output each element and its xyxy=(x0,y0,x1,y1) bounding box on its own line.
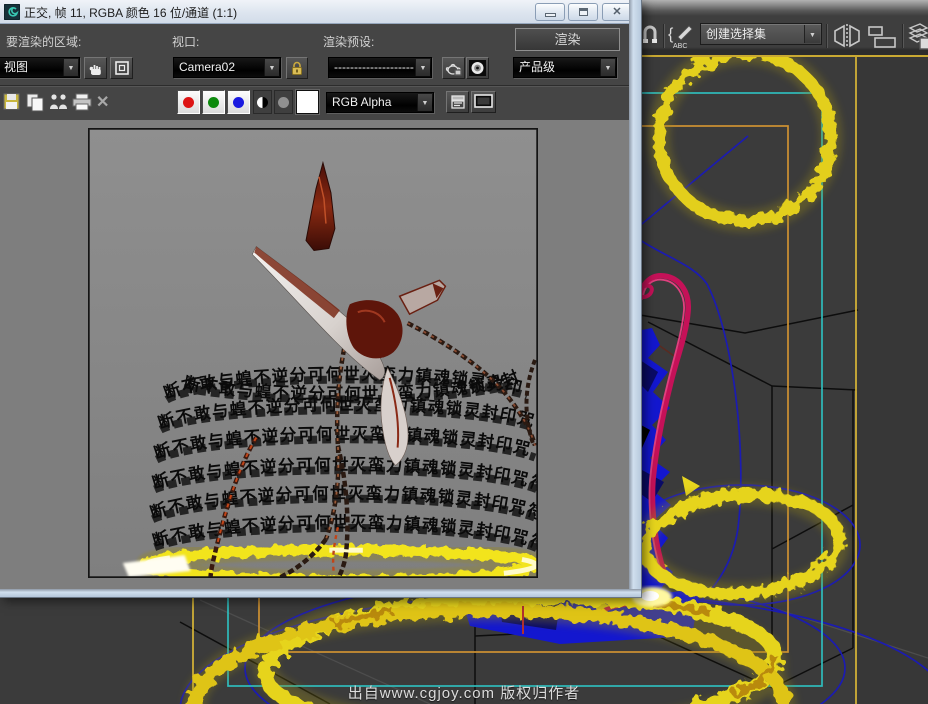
channel-display-value: RGB Alpha xyxy=(332,95,391,109)
blue-channel-icon xyxy=(233,97,244,108)
window-app-icon xyxy=(4,4,20,20)
viewport-label: 视口: xyxy=(172,33,199,50)
preset-value: -------------------- xyxy=(334,60,414,74)
chevron-down-icon[interactable] xyxy=(600,59,615,76)
area-value: 视图 xyxy=(4,60,28,74)
window-titlebar[interactable]: 正交, 帧 11, RGBA 颜色 16 位/通道 (1:1) xyxy=(0,0,641,24)
chevron-down-icon[interactable] xyxy=(417,94,432,111)
render-canvas-area: 断不敢与蝗不逆分可何世灭蛮力镇魂锁灵封印咒符回生死轮转不灭断不敢与蝗不逆分可何世… xyxy=(0,120,630,589)
clear-image-icon[interactable] xyxy=(96,92,109,112)
alpha-channel-icon xyxy=(278,97,289,108)
layers-dialog-button[interactable] xyxy=(446,91,469,113)
align-icon[interactable] xyxy=(866,24,900,48)
render-preset-label: 渲染预设: xyxy=(323,33,374,50)
stacked-pages-icon xyxy=(450,94,466,110)
teapot-icon xyxy=(445,60,462,76)
area-to-render-dropdown[interactable]: 视图 xyxy=(0,57,80,78)
color-swatch[interactable] xyxy=(296,90,319,114)
lock-icon xyxy=(289,60,305,76)
window-title: 正交, 帧 11, RGBA 颜色 16 位/通道 (1:1) xyxy=(24,4,237,21)
minimize-button[interactable] xyxy=(535,3,565,21)
blue-channel-button[interactable] xyxy=(227,90,250,114)
render-setup-button[interactable] xyxy=(442,57,465,79)
restore-icon xyxy=(579,8,588,16)
toolbar-separator xyxy=(902,24,904,48)
svg-text:{: { xyxy=(668,26,674,43)
snap-magnet-icon[interactable] xyxy=(640,23,660,47)
restore-button[interactable] xyxy=(568,3,598,21)
environment-button[interactable] xyxy=(466,57,489,79)
chevron-down-icon[interactable] xyxy=(804,25,820,43)
green-channel-icon xyxy=(208,97,219,108)
radial-sphere-icon xyxy=(469,60,486,76)
area-to-render-label: 要渲染的区域: xyxy=(6,33,81,50)
red-channel-button[interactable] xyxy=(177,90,200,114)
chevron-down-icon[interactable] xyxy=(264,59,279,76)
mono-channel-icon xyxy=(257,97,268,108)
watermark-text: 出自www.cgjoy.com 版权归作者 xyxy=(0,682,928,703)
auto-region-button[interactable] xyxy=(110,57,133,79)
rendered-image: 断不敢与蝗不逆分可何世灭蛮力镇魂锁灵封印咒符回生死轮转不灭断不敢与蝗不逆分可何世… xyxy=(88,128,538,578)
copy-image-icon[interactable] xyxy=(25,92,45,112)
chevron-down-icon[interactable] xyxy=(415,59,430,76)
window-bottom-border xyxy=(0,589,641,597)
channel-display-dropdown[interactable]: RGB Alpha xyxy=(326,92,434,113)
alpha-channel-button[interactable] xyxy=(274,90,293,114)
viewport-dropdown[interactable]: Camera02 xyxy=(173,57,281,78)
save-image-icon[interactable] xyxy=(3,92,21,112)
edit-region-button[interactable] xyxy=(84,57,107,79)
render-preset-dropdown[interactable]: -------------------- xyxy=(328,57,432,78)
monitor-gamma-button[interactable] xyxy=(471,91,496,113)
monochrome-channel-button[interactable] xyxy=(253,90,272,114)
clone-rendered-frame-icon[interactable] xyxy=(48,92,70,112)
selection-set-dropdown[interactable]: 创建选择集 xyxy=(700,23,822,45)
toolbar-separator xyxy=(663,24,665,48)
named-selection-icon[interactable]: { ABC xyxy=(668,21,696,51)
close-icon xyxy=(612,7,621,18)
render-button[interactable]: 渲染 xyxy=(515,28,620,51)
viewport-value: Camera02 xyxy=(179,60,235,74)
main-toolbar: { ABC 创建选择集 xyxy=(636,0,928,57)
toolbar-separator xyxy=(826,24,828,48)
chevron-down-icon[interactable] xyxy=(63,59,78,76)
mirror-icon[interactable] xyxy=(832,24,862,48)
toolbar-divider xyxy=(0,85,630,87)
close-button[interactable] xyxy=(602,3,632,21)
hand-icon xyxy=(88,60,104,76)
lock-viewport-button[interactable] xyxy=(286,57,308,79)
window-right-border xyxy=(629,0,641,597)
region-frame-icon xyxy=(114,60,130,76)
render-window-toolbar: 要渲染的区域: 视口: 渲染预设: 渲染 视图 Camera0 xyxy=(0,24,630,120)
mode-value: 产品级 xyxy=(519,60,555,74)
render-frame-window: 正交, 帧 11, RGBA 颜色 16 位/通道 (1:1) 要渲染的区域: … xyxy=(0,0,641,597)
red-channel-icon xyxy=(183,97,194,108)
svg-text:ABC: ABC xyxy=(673,43,687,50)
monitor-icon xyxy=(474,94,493,110)
selection-set-value: 创建选择集 xyxy=(706,27,766,41)
print-image-icon[interactable] xyxy=(72,92,92,112)
screen: 出自www.cgjoy.com 版权归作者 { ABC 创建选择集 xyxy=(0,0,928,704)
green-channel-button[interactable] xyxy=(202,90,225,114)
minimize-icon xyxy=(545,13,556,17)
layer-manager-icon[interactable] xyxy=(907,21,928,51)
render-mode-dropdown[interactable]: 产品级 xyxy=(513,57,617,78)
